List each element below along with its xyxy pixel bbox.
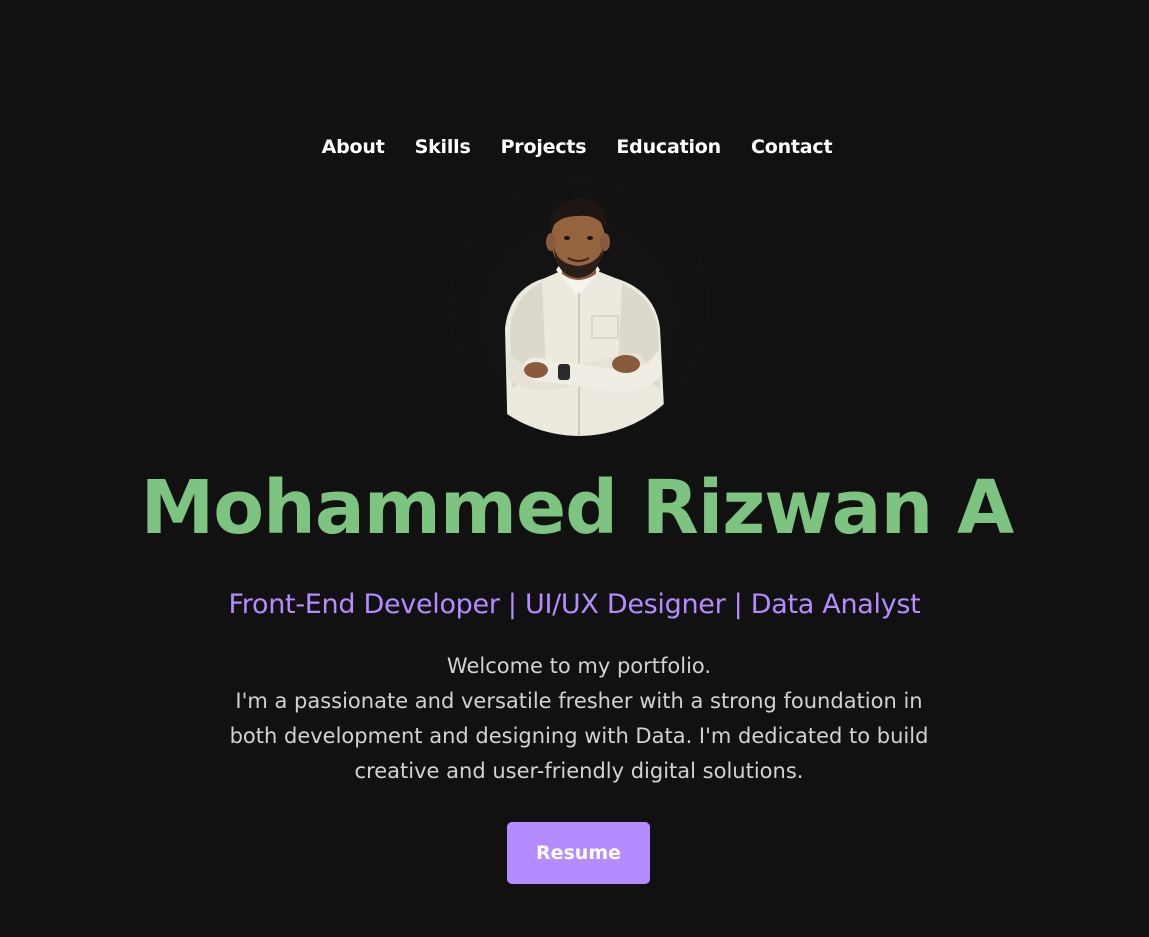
intro-line: creative and user-friendly digital solut… [354,759,804,783]
intro-line: both development and designing with Data… [229,724,929,748]
intro-line: I'm a passionate and versatile fresher w… [235,689,923,713]
hero-name: Mohammed Rizwan A [140,465,1015,551]
resume-button[interactable]: Resume [507,822,650,884]
nav-contact[interactable]: Contact [751,132,833,162]
nav-education[interactable]: Education [616,132,721,162]
nav-projects[interactable]: Projects [501,132,587,162]
intro-line: Welcome to my portfolio. [446,654,712,678]
profile-avatar [450,178,708,436]
profile-photo-illustration [505,198,666,436]
nav-about[interactable]: About [322,132,385,162]
nav-skills[interactable]: Skills [415,132,471,162]
hero-intro: Welcome to my portfolio. I'm a passionat… [174,649,984,789]
hero-subtitle: Front-End Developer | UI/UX Designer | D… [228,589,921,620]
top-nav: About Skills Projects Education Contact [0,132,1149,162]
portfolio-page: About Skills Projects Education Contact [0,0,1149,937]
